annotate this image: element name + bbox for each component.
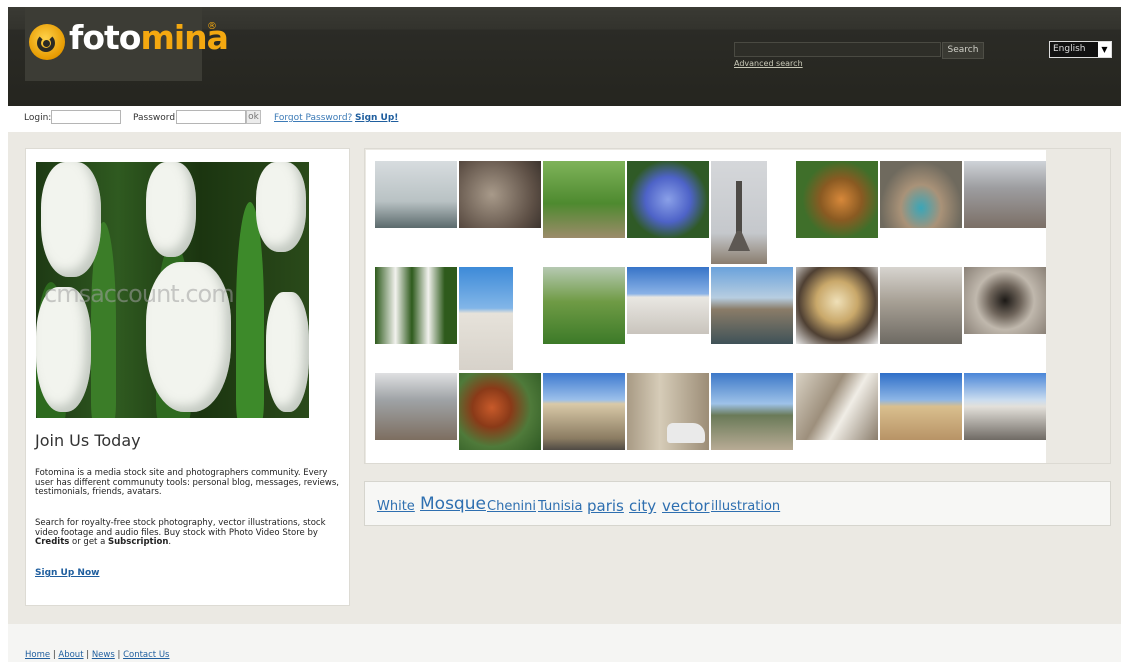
thumb-paris-aerial[interactable] bbox=[964, 161, 1046, 228]
site-header: fotomina ® Search Advanced search Englis… bbox=[8, 7, 1121, 106]
thumb-park-square[interactable] bbox=[711, 373, 793, 450]
thumb-spring-trees[interactable] bbox=[543, 267, 625, 344]
tag-link[interactable]: Tunisia bbox=[538, 499, 582, 514]
footer-separator: | bbox=[52, 650, 56, 660]
thumb-orangutan[interactable] bbox=[459, 373, 541, 450]
tag-link[interactable]: paris bbox=[587, 497, 624, 515]
thumb-arch-stone[interactable] bbox=[796, 373, 878, 440]
advanced-search-link[interactable]: Advanced search bbox=[734, 59, 803, 68]
thumb-city-panorama[interactable] bbox=[375, 373, 457, 440]
footer-news-link[interactable]: News bbox=[92, 650, 115, 660]
thumb-domed-building[interactable] bbox=[627, 267, 709, 334]
search-input[interactable] bbox=[734, 42, 941, 57]
logo-mark-icon bbox=[29, 24, 65, 60]
login-bar: Login: Password: ok Forgot Password? Sig… bbox=[8, 106, 1121, 132]
language-select[interactable]: English ▼ bbox=[1049, 41, 1112, 58]
chevron-down-icon: ▼ bbox=[1098, 42, 1111, 57]
footer-links: Home | About | News | Contact Us bbox=[25, 650, 170, 660]
tag-link[interactable]: Chenini bbox=[487, 499, 536, 514]
thumb-city-skyline-water[interactable] bbox=[375, 161, 457, 228]
photo-gallery bbox=[366, 150, 1046, 463]
tag-link[interactable]: White bbox=[377, 499, 415, 514]
thumb-street-buildings[interactable] bbox=[880, 267, 962, 344]
thumb-white-hyacinth[interactable] bbox=[375, 267, 457, 344]
signup-now-link[interactable]: Sign Up Now bbox=[35, 568, 99, 578]
flower-shape bbox=[146, 162, 196, 257]
login-label: Login: bbox=[24, 113, 52, 123]
footer-separator: | bbox=[117, 650, 121, 660]
login-ok-button[interactable]: ok bbox=[246, 110, 261, 124]
flower-shape bbox=[266, 292, 309, 412]
thumb-minaret[interactable] bbox=[880, 373, 962, 440]
forgot-password-link[interactable]: Forgot Password? bbox=[274, 113, 352, 123]
thumb-cathedral-domes[interactable] bbox=[964, 373, 1046, 440]
thumb-monkey[interactable] bbox=[796, 267, 878, 344]
site-footer: Home | About | News | Contact Us bbox=[8, 624, 1121, 662]
thumb-eiffel-tower[interactable] bbox=[711, 161, 767, 264]
hyacinth-photo[interactable]: cmsaccount.com bbox=[36, 162, 309, 418]
thumb-spiral-staircase[interactable] bbox=[964, 267, 1046, 334]
thumb-stone-relief[interactable] bbox=[459, 161, 541, 228]
thumb-palace-facade[interactable] bbox=[543, 373, 625, 450]
footer-separator: | bbox=[86, 650, 90, 660]
join-title: Join Us Today bbox=[35, 431, 141, 450]
thumb-white-church[interactable] bbox=[459, 267, 513, 370]
tag-link[interactable]: city bbox=[629, 497, 656, 515]
password-input[interactable] bbox=[176, 110, 246, 124]
thumb-green-park[interactable] bbox=[543, 161, 625, 238]
site-logo[interactable]: fotomina ® bbox=[25, 7, 229, 81]
tag-cloud: White Mosque Chenini Tunisia paris city … bbox=[364, 481, 1111, 526]
footer-about-link[interactable]: About bbox=[58, 650, 83, 660]
footer-contact-link[interactable]: Contact Us bbox=[123, 650, 169, 660]
flower-shape bbox=[41, 162, 101, 277]
flower-shape bbox=[256, 162, 306, 252]
thumb-blue-flowers[interactable] bbox=[627, 161, 709, 238]
thumb-seine-river[interactable] bbox=[711, 267, 793, 344]
search-button[interactable]: Search bbox=[942, 42, 984, 59]
tag-link[interactable]: vector bbox=[662, 497, 710, 515]
join-panel: cmsaccount.com Join Us Today Fotomina is… bbox=[25, 148, 350, 606]
footer-home-link[interactable]: Home bbox=[25, 650, 50, 660]
logo-registered-mark: ® bbox=[207, 21, 217, 32]
signup-link[interactable]: Sign Up! bbox=[355, 113, 398, 123]
thumb-paris-street-car[interactable] bbox=[627, 373, 709, 450]
login-input[interactable] bbox=[51, 110, 121, 124]
thumb-tiger[interactable] bbox=[796, 161, 878, 238]
join-description: Fotomina is a media stock site and photo… bbox=[35, 468, 339, 497]
tag-link[interactable]: illustration bbox=[711, 499, 780, 514]
thumb-coliseum-pool[interactable] bbox=[880, 161, 962, 228]
language-value: English bbox=[1053, 44, 1086, 54]
image-watermark: cmsaccount.com bbox=[44, 280, 235, 308]
join-description-2: Search for royalty-free stock photograph… bbox=[35, 518, 326, 547]
logo-text: fotomina bbox=[69, 18, 229, 57]
tag-link[interactable]: Mosque bbox=[420, 494, 486, 514]
password-label: Password: bbox=[133, 113, 179, 123]
